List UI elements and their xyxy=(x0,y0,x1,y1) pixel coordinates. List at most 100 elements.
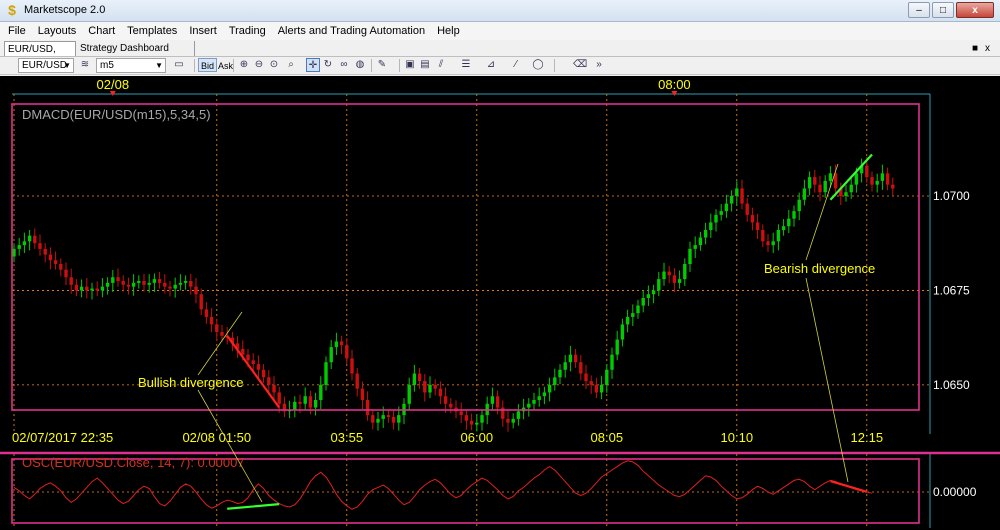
chevron-down-icon: ▼ xyxy=(155,61,163,70)
candle-body xyxy=(69,277,73,285)
candle-body xyxy=(662,271,666,280)
candle-body xyxy=(142,281,146,285)
candle-body xyxy=(677,279,682,283)
chart-type-icon[interactable]: ▭ xyxy=(172,58,186,72)
candle-body xyxy=(324,362,328,385)
candle-body xyxy=(693,245,697,249)
candle-body xyxy=(563,362,567,370)
menu-help[interactable]: Help xyxy=(431,22,466,40)
candle-body xyxy=(709,222,713,230)
tab-eurusd-m5[interactable]: EUR/USD, m5 x xyxy=(4,41,76,70)
candle-body xyxy=(787,218,791,227)
menu-file[interactable]: File xyxy=(2,22,32,40)
candle-body xyxy=(194,286,198,295)
globe-icon[interactable]: ◍ xyxy=(353,58,367,72)
menu-insert[interactable]: Insert xyxy=(183,22,223,40)
candle-body xyxy=(745,203,749,215)
candle-body xyxy=(792,211,796,219)
candle-body xyxy=(870,177,874,185)
ruler-icon[interactable]: ✎ xyxy=(375,58,389,72)
dollar-sign-icon: $ xyxy=(8,2,16,18)
candle-body xyxy=(329,347,333,363)
candle-body xyxy=(53,260,58,264)
candle-body xyxy=(807,177,812,189)
candle-body xyxy=(688,248,692,264)
refresh-icon[interactable]: ↻ xyxy=(321,58,335,72)
candle-body xyxy=(573,354,578,363)
toolbar-separator xyxy=(399,59,400,72)
candle-body xyxy=(126,284,131,287)
candle-body xyxy=(537,396,541,400)
candle-body xyxy=(547,384,552,393)
menu-templates[interactable]: Templates xyxy=(121,22,183,40)
overflow-icon[interactable]: » xyxy=(592,58,606,72)
link-icon[interactable]: ∞ xyxy=(337,58,351,72)
candle-type-icon[interactable]: ≋ xyxy=(78,58,92,72)
candle-body xyxy=(12,248,16,257)
candle-body xyxy=(625,316,630,325)
instrument-select[interactable]: EUR/USD ▼ xyxy=(18,58,74,73)
candle-body xyxy=(189,281,193,287)
candle-body xyxy=(355,373,359,389)
menu-alerts-automation[interactable]: Alerts and Trading Automation xyxy=(272,22,431,40)
trendline-icon[interactable]: ⁄ xyxy=(509,58,523,72)
candle-body xyxy=(891,184,895,189)
candle-body xyxy=(412,373,417,385)
shape-icon[interactable]: ◯ xyxy=(531,58,545,72)
candle-body xyxy=(865,165,869,178)
price-chart[interactable]: 1.0700 1.0675 1.0650 02/08 08:00 DMACD(EUR/US… xyxy=(0,76,1000,530)
timeframe-select[interactable]: m5 ▼ xyxy=(96,58,166,73)
zoom-fit-icon[interactable]: ⊙ xyxy=(267,58,281,72)
candle-body xyxy=(532,400,536,404)
lines-icon[interactable]: ☰ xyxy=(459,58,473,72)
candle-body xyxy=(121,281,125,285)
zoom-in-icon[interactable]: ⊕ xyxy=(237,58,251,72)
candle-body xyxy=(714,214,718,223)
menu-layouts[interactable]: Layouts xyxy=(32,22,83,40)
chevron-down-icon: ▼ xyxy=(63,61,71,70)
maximize-button[interactable]: □ xyxy=(932,2,954,18)
menu-trading[interactable]: Trading xyxy=(223,22,272,40)
tab-strategy-dashboard[interactable]: Strategy Dashboard (0/0) xyxy=(77,41,195,69)
candle-body xyxy=(303,396,307,404)
screenshot-icon[interactable]: ▤ xyxy=(418,58,432,72)
candle-body xyxy=(579,362,583,374)
eraser-icon[interactable]: ⌫ xyxy=(573,58,587,72)
minimize-button[interactable]: – xyxy=(908,2,930,18)
candle-body xyxy=(449,403,453,408)
close-tab-icon[interactable]: x xyxy=(985,41,990,56)
top-date-label: 02/08 xyxy=(97,77,130,92)
crosshair-icon[interactable]: ✛ xyxy=(306,58,320,72)
candle-body xyxy=(43,248,47,255)
candle-body xyxy=(719,211,723,215)
close-button[interactable]: x xyxy=(956,2,994,18)
candle-body xyxy=(261,369,266,378)
candle-body xyxy=(90,288,94,291)
timeframe-value: m5 xyxy=(100,60,114,71)
fibonacci-icon[interactable]: ⫽ xyxy=(434,58,448,72)
candle-body xyxy=(178,282,183,285)
candle-body xyxy=(251,360,255,365)
pin-icon[interactable]: ■ xyxy=(972,41,978,56)
chart-toolbar: EUR/USD ▼ ≋ m5 ▼ ▭ Bid Ask ⊕ ⊖ ⊙ ⌕ ✛ ↻ ∞ ◍… xyxy=(0,57,1000,75)
candle-body xyxy=(428,384,432,393)
annotation-bullish: Bullish divergence xyxy=(138,375,244,390)
candle-body xyxy=(885,173,890,185)
candle-body xyxy=(771,241,775,246)
candle-body xyxy=(345,345,349,359)
candle-body xyxy=(558,369,562,378)
candle-body xyxy=(17,245,21,249)
candle-body xyxy=(698,237,703,246)
candle-body xyxy=(371,415,375,423)
candle-body xyxy=(584,373,588,382)
candle-body xyxy=(334,341,339,348)
time-axis-label: 08:05 xyxy=(591,430,624,445)
time-axis-label: 02/08 01:50 xyxy=(182,430,251,445)
zoom-select-icon[interactable]: ⌕ xyxy=(284,58,298,72)
zoom-out-icon[interactable]: ⊖ xyxy=(252,58,266,72)
candle-body xyxy=(391,417,396,423)
menu-chart[interactable]: Chart xyxy=(82,22,121,40)
image-icon[interactable]: ▣ xyxy=(403,58,417,72)
channel-icon[interactable]: ⊿ xyxy=(484,58,498,72)
candle-body xyxy=(506,418,510,423)
